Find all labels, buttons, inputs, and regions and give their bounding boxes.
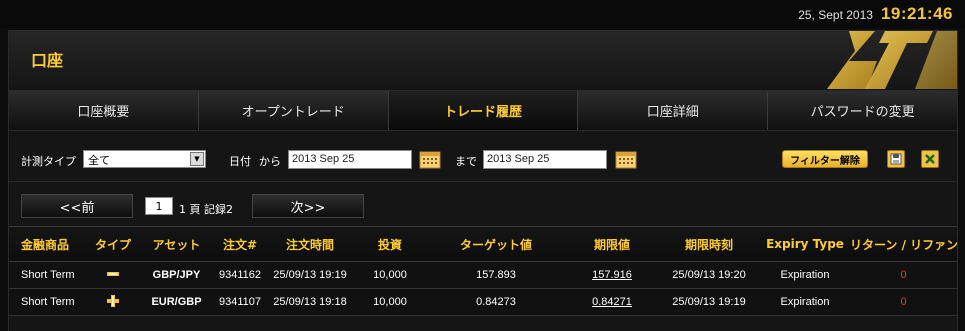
asset-cell: GBP/JPY (152, 269, 201, 281)
table-header: 金融商品 タイプ アセット 注文# 注文時間 投資 ターゲット値 期限値 期限時… (9, 226, 957, 262)
table-row: Short Term GBP/JPY 9341162 25/09/13 19:1… (9, 262, 957, 289)
page-title: 口座 (31, 51, 64, 70)
page-number-input[interactable]: 1 (145, 197, 173, 215)
column-header[interactable]: 金融商品 (9, 236, 87, 253)
table-row: Short Term EUR/GBP 9341107 25/09/13 19:1… (9, 289, 957, 316)
up-arrow-icon (107, 294, 119, 307)
from-label: から (259, 155, 281, 168)
from-date-input[interactable]: 2013 Sep 25 (288, 150, 412, 169)
type-cell (87, 269, 139, 281)
top-bar: 25, Sept 2013 19:21:46 (0, 0, 965, 28)
clock-time: 19:21:46 (880, 4, 953, 23)
tab-trade-history[interactable]: トレード履歴 (388, 91, 579, 130)
tab-account-summary[interactable]: 口座概要 (9, 91, 199, 130)
expiry-time-cell: 25/09/13 19:19 (672, 296, 746, 308)
trade-history-table: 金融商品 タイプ アセット 注文# 注文時間 投資 ターゲット値 期限値 期限時… (9, 226, 957, 316)
page-info: 1 頁 記録2 (179, 203, 233, 216)
tab-change-password[interactable]: パスワードの変更 (768, 91, 957, 130)
calendar-icon[interactable] (615, 149, 637, 169)
column-header[interactable]: 投資 (354, 236, 426, 253)
investment-cell: 10,000 (373, 296, 407, 308)
target-cell: 157.893 (476, 269, 516, 281)
panel-header: 口座 (9, 31, 957, 89)
excel-export-icon[interactable] (921, 150, 939, 168)
column-header[interactable]: リターン / リファンド (850, 236, 957, 253)
order-cell: 9341107 (218, 296, 261, 308)
type-cell (87, 294, 139, 310)
column-header[interactable]: 注文# (214, 236, 266, 253)
investment-cell: 10,000 (373, 269, 407, 281)
column-header[interactable]: ターゲット値 (426, 236, 566, 253)
to-label: まで (455, 155, 477, 168)
tab-bar: 口座概要 オープントレード トレード履歴 口座詳細 パスワードの変更 (9, 90, 957, 131)
next-page-button[interactable]: 次>> (252, 194, 364, 218)
order-time-cell: 25/09/13 19:19 (273, 269, 347, 281)
expiry-type-cell: Expiration (780, 296, 830, 308)
column-header[interactable]: Expiry Type (760, 237, 850, 251)
clock: 25, Sept 2013 19:21:46 (798, 4, 953, 24)
expiry-type-cell: Expiration (780, 269, 830, 281)
return-cell: 0 (900, 269, 907, 281)
account-panel: 口座 口座概要 オープントレード トレード履歴 口座詳細 パスワードの変更 計測… (8, 30, 958, 331)
brand-logo-decoration (827, 31, 957, 89)
column-header[interactable]: 期限値 (566, 236, 658, 253)
tab-open-trades[interactable]: オープントレード (198, 91, 389, 130)
target-cell: 0.84273 (476, 296, 516, 308)
expiry-time-cell: 25/09/13 19:20 (672, 269, 746, 281)
calendar-icon[interactable] (419, 149, 441, 169)
tab-account-details[interactable]: 口座詳細 (578, 91, 769, 130)
order-time-cell: 25/09/13 19:18 (273, 296, 347, 308)
type-select-value: 全て (88, 154, 110, 167)
expiry-value-link[interactable]: 157.916 (566, 269, 658, 281)
column-header[interactable]: 期限時刻 (658, 236, 760, 253)
expiry-value-link[interactable]: 0.84271 (566, 296, 658, 308)
filter-bar: 計測タイプ 全て ▼ 日付 から 2013 Sep 25 まで 2013 Sep… (9, 139, 957, 175)
return-cell: 0 (900, 296, 907, 308)
chevron-down-icon[interactable]: ▼ (190, 152, 204, 166)
column-header[interactable]: 注文時間 (266, 236, 354, 253)
pagination: <<前 1 1 頁 記録2 次>> (9, 181, 957, 221)
type-label: 計測タイプ (21, 155, 76, 168)
column-header[interactable]: タイプ (87, 236, 139, 253)
clock-date: 25, Sept 2013 (798, 8, 873, 22)
instrument-cell: Short Term (21, 296, 75, 308)
column-header[interactable]: アセット (139, 236, 214, 253)
asset-cell: EUR/GBP (151, 296, 202, 308)
save-icon[interactable] (887, 150, 905, 168)
clear-filter-button[interactable]: フィルター解除 (782, 150, 868, 168)
prev-page-button[interactable]: <<前 (21, 194, 133, 218)
to-date-input[interactable]: 2013 Sep 25 (483, 150, 607, 169)
date-label: 日付 (229, 155, 251, 168)
order-cell: 9341162 (218, 269, 261, 281)
type-select[interactable]: 全て ▼ (83, 150, 206, 168)
instrument-cell: Short Term (21, 269, 75, 281)
down-arrow-icon (107, 272, 119, 276)
